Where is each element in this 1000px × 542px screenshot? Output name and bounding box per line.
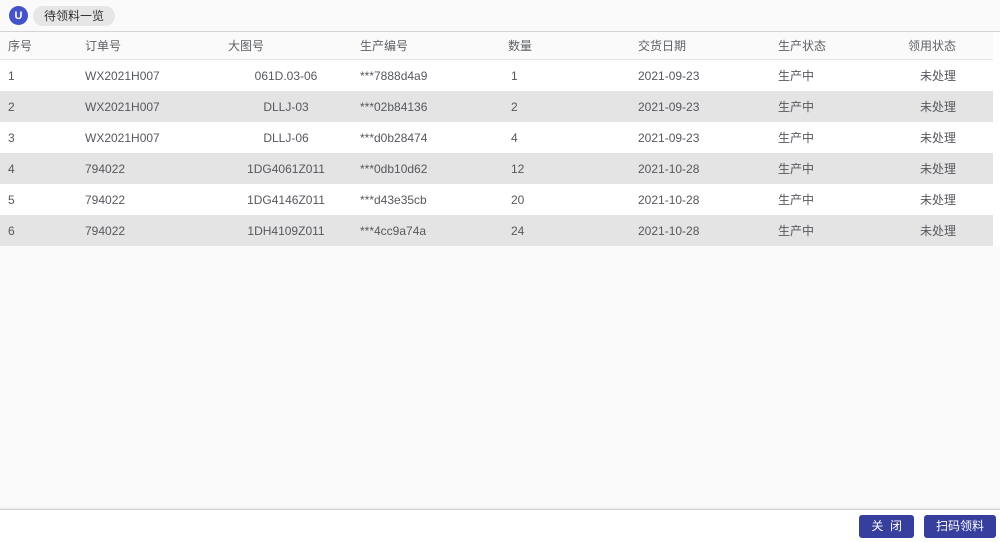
- cell-drawing-no: 1DG4146Z011: [247, 192, 325, 207]
- cell-production-status: 生产中: [778, 193, 815, 207]
- col-header-index: 序号: [0, 32, 77, 60]
- cell-production-no: ***d43e35cb: [360, 192, 427, 207]
- close-button[interactable]: 关 闭: [859, 514, 914, 538]
- col-header-production-status: 生产状态: [770, 32, 900, 60]
- cell-index: 6: [8, 223, 15, 238]
- cell-order-no: WX2021H007: [85, 99, 160, 114]
- tab-pending-materials[interactable]: 待领料一览: [33, 5, 116, 26]
- cell-quantity: 4: [511, 130, 518, 145]
- table-body: 1 WX2021H007 061D.03-06 ***7888d4a9 1 20…: [0, 59, 993, 246]
- cell-production-status: 生产中: [778, 69, 815, 83]
- cell-order-no: WX2021H007: [85, 130, 160, 145]
- cell-production-no: ***4cc9a74a: [360, 223, 427, 238]
- cell-production-status: 生产中: [778, 100, 815, 114]
- cell-quantity: 1: [511, 68, 518, 83]
- col-header-delivery-date: 交货日期: [630, 32, 770, 60]
- cell-quantity: 2: [511, 99, 518, 114]
- cell-usage-status: 未处理: [920, 100, 957, 114]
- cell-index: 1: [8, 68, 15, 83]
- cell-quantity: 24: [511, 223, 525, 238]
- cell-usage-status: 未处理: [920, 131, 957, 145]
- cell-drawing-no: 1DG4061Z011: [247, 161, 325, 176]
- table-row[interactable]: 2 WX2021H007 DLLJ-03 ***02b84136 2 2021-…: [0, 91, 993, 122]
- cell-delivery-date: 2021-09-23: [638, 68, 700, 83]
- cell-index: 5: [8, 192, 15, 207]
- cell-production-status: 生产中: [778, 162, 815, 176]
- col-header-order-no: 订单号: [77, 32, 220, 60]
- table-row[interactable]: 6 794022 1DH4109Z011 ***4cc9a74a 24 2021…: [0, 215, 993, 246]
- cell-drawing-no: 061D.03-06: [254, 68, 318, 83]
- cell-delivery-date: 2021-09-23: [638, 99, 700, 114]
- cell-quantity: 20: [511, 192, 525, 207]
- cell-usage-status: 未处理: [920, 193, 957, 207]
- cell-index: 4: [8, 161, 15, 176]
- top-bar: U 待领料一览: [0, 0, 1000, 31]
- cell-production-no: ***7888d4a9: [360, 68, 428, 83]
- col-header-quantity: 数量: [500, 32, 630, 60]
- cell-index: 2: [8, 99, 15, 114]
- cell-delivery-date: 2021-10-28: [638, 192, 700, 207]
- table-header-row: 序号 订单号 大图号 生产编号 数量 交货日期 生产状态 领用状态: [0, 32, 993, 60]
- cell-production-status: 生产中: [778, 224, 815, 238]
- scan-materials-button[interactable]: 扫码领料: [923, 514, 996, 538]
- user-avatar[interactable]: U: [9, 6, 28, 25]
- materials-table: 序号 订单号 大图号 生产编号 数量 交货日期 生产状态 领用状态 1 WX20…: [0, 31, 1000, 246]
- cell-production-no: ***d0b28474: [360, 130, 428, 145]
- table-row[interactable]: 5 794022 1DG4146Z011 ***d43e35cb 20 2021…: [0, 184, 993, 215]
- col-header-production-no: 生产编号: [352, 32, 500, 60]
- cell-index: 3: [8, 130, 15, 145]
- footer-bar: 关 闭 扫码领料: [0, 509, 1000, 542]
- cell-usage-status: 未处理: [920, 69, 957, 83]
- cell-drawing-no: DLLJ-03: [263, 99, 309, 114]
- cell-usage-status: 未处理: [920, 224, 957, 238]
- cell-production-status: 生产中: [778, 131, 815, 145]
- cell-production-no: ***0db10d62: [360, 161, 428, 176]
- cell-delivery-date: 2021-10-28: [638, 161, 700, 176]
- col-header-usage-status: 领用状态: [900, 32, 993, 60]
- cell-production-no: ***02b84136: [360, 99, 428, 114]
- cell-delivery-date: 2021-09-23: [638, 130, 700, 145]
- cell-order-no: WX2021H007: [85, 68, 160, 83]
- table-row[interactable]: 1 WX2021H007 061D.03-06 ***7888d4a9 1 20…: [0, 59, 993, 91]
- cell-delivery-date: 2021-10-28: [638, 223, 700, 238]
- cell-drawing-no: 1DH4109Z011: [247, 223, 325, 238]
- cell-order-no: 794022: [85, 161, 126, 176]
- cell-usage-status: 未处理: [920, 162, 957, 176]
- cell-drawing-no: DLLJ-06: [263, 130, 309, 145]
- table-row[interactable]: 3 WX2021H007 DLLJ-06 ***d0b28474 4 2021-…: [0, 122, 993, 153]
- pending-materials-panel: U 待领料一览 序号 订单号 大图号 生产编号 数量 交货日期 生产状态 领用状…: [0, 0, 1000, 542]
- table-row[interactable]: 4 794022 1DG4061Z011 ***0db10d62 12 2021…: [0, 153, 993, 184]
- cell-quantity: 12: [511, 161, 525, 176]
- cell-order-no: 794022: [85, 223, 126, 238]
- col-header-drawing-no: 大图号: [220, 32, 352, 60]
- cell-order-no: 794022: [85, 192, 126, 207]
